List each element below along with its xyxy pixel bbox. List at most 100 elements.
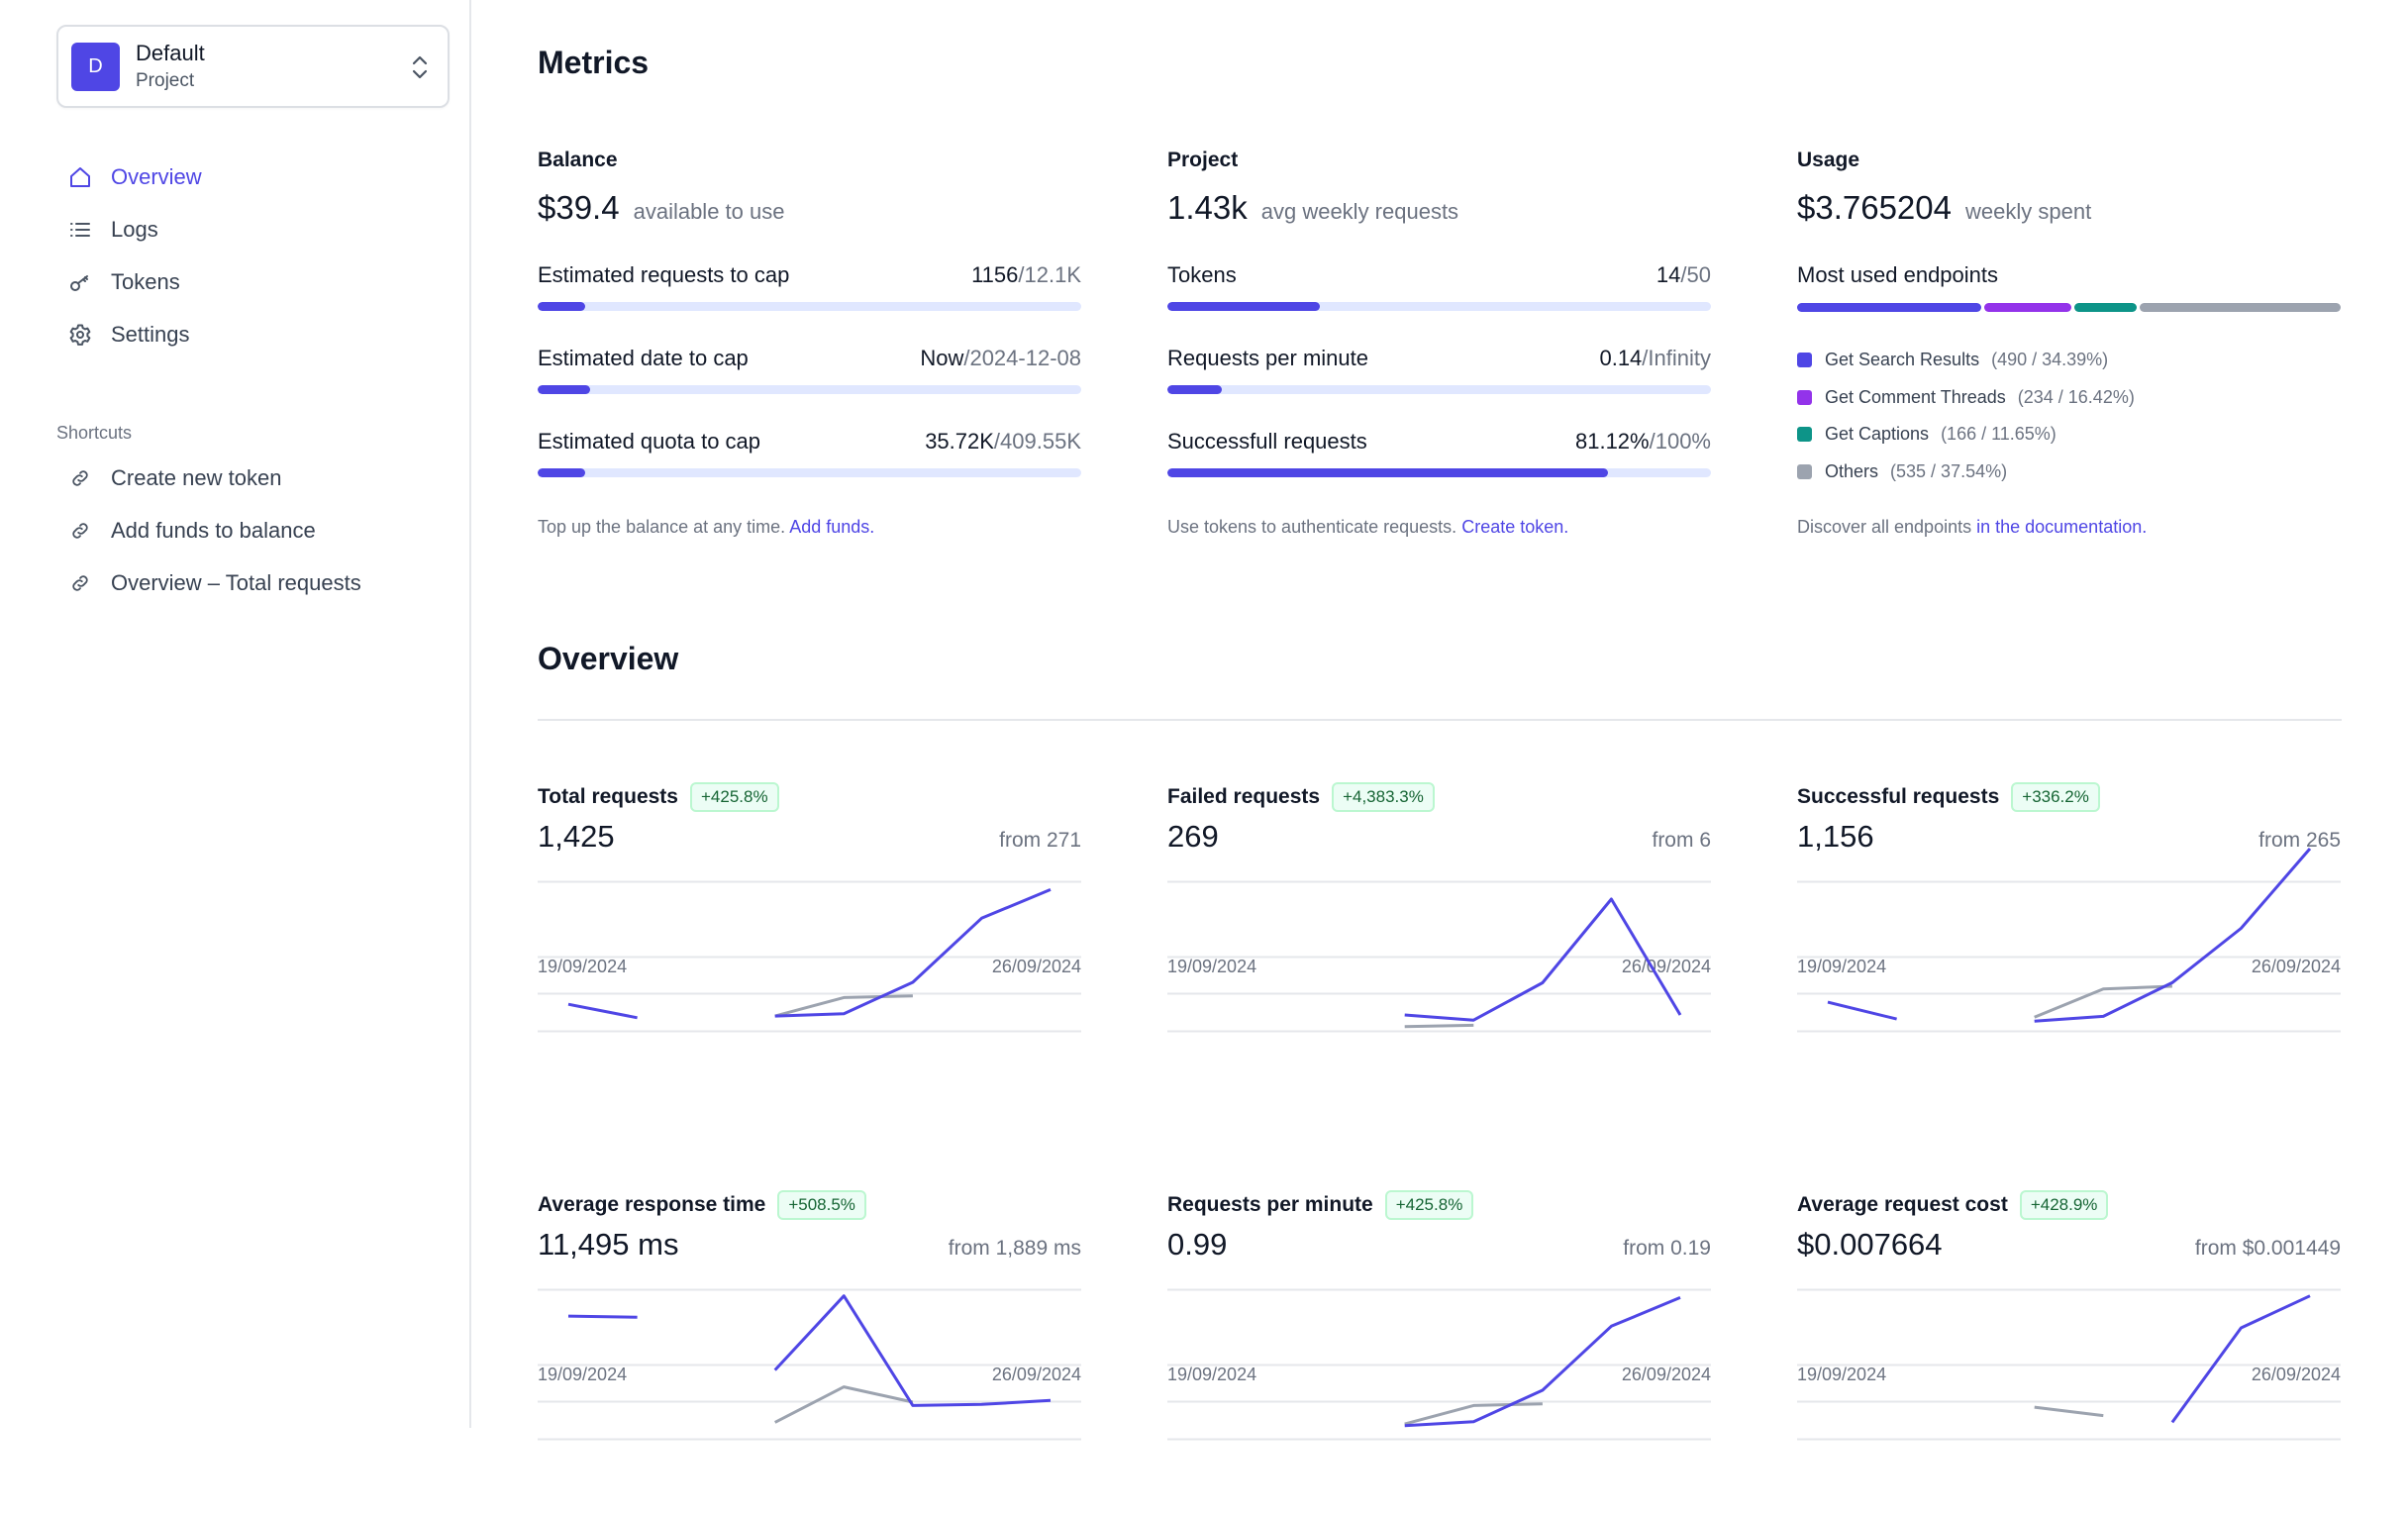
legend-item: Others (535 / 37.54%) (1797, 454, 2135, 491)
change-badge: +336.2% (2011, 782, 2100, 812)
chart-card-average-response-time[interactable]: Average response time +508.5% 11,495 ms fro… (538, 1190, 1081, 1517)
usage-card: Usage $3.765204 weekly spent Most used e… (1797, 149, 2341, 537)
metric-row-label: Successfull requests (1167, 429, 1367, 454)
overview-heading: Overview (538, 641, 679, 676)
legend-item: Get Comment Threads (234 / 16.42%) (1797, 379, 2135, 417)
documentation-link[interactable]: in the documentation. (1976, 517, 2147, 537)
chart-card-successful-requests[interactable]: Successful requests +336.2% 1,156 from 265 1… (1797, 782, 2341, 1109)
footnote-text: Use tokens to authenticate requests. (1167, 517, 1457, 537)
metric-row-value: 0.14/Infinity (1599, 346, 1711, 371)
chart-title-row: Total requests +425.8% (538, 782, 779, 812)
chart-card-failed-requests[interactable]: Failed requests +4,383.3% 269 from 6 19/09/2… (1167, 782, 1711, 1109)
endpoint-count: (490 / 34.39%) (1991, 350, 2109, 370)
project-value: 1.43k (1167, 189, 1248, 226)
shortcut-overview-total-requests[interactable]: Overview – Total requests (67, 556, 453, 609)
endpoint-name: Others (1825, 460, 1879, 481)
project-footnote: Use tokens to authenticate requests. Cre… (1167, 517, 1568, 538)
current-value: 14 (1656, 262, 1681, 287)
sidebar-item-logs[interactable]: Logs (67, 203, 453, 255)
sidebar-item-label: Tokens (111, 268, 180, 294)
progress-fill (538, 385, 591, 394)
chart-title-row: Successful requests +336.2% (1797, 782, 2100, 812)
footnote-text: Discover all endpoints (1797, 517, 1972, 537)
progress-fill (1167, 468, 1609, 477)
metrics-heading: Metrics (538, 45, 650, 80)
chart-value: 269 (1167, 819, 1219, 854)
list-icon (67, 217, 93, 243)
change-badge: +508.5% (777, 1190, 866, 1220)
metric-row-label: Requests per minute (1167, 346, 1368, 370)
endpoint-name: Get Comment Threads (1825, 386, 2006, 407)
chart-title-row: Average response time +508.5% (538, 1190, 866, 1220)
endpoints-share-bar (1797, 303, 2341, 312)
sidebar-item-overview[interactable]: Overview (67, 151, 453, 203)
project-card: Project 1.43k avg weekly requests Tokens… (1167, 149, 1711, 537)
balance-suffix: available to use (633, 199, 785, 224)
progress-fill (538, 468, 585, 477)
chart-title: Successful requests (1797, 785, 2000, 808)
chart-title: Requests per minute (1167, 1193, 1373, 1216)
progress-bar (1167, 468, 1711, 477)
add-funds-link[interactable]: Add funds. (789, 517, 874, 537)
series-line-current (1404, 897, 1682, 1022)
legend-swatch (1797, 427, 1812, 443)
key-icon (67, 269, 93, 295)
endpoint-count: (234 / 16.42%) (2017, 386, 2135, 407)
shortcut-label: Create new token (111, 464, 282, 490)
progress-fill (538, 302, 585, 311)
chart-title: Average request cost (1797, 1193, 2008, 1216)
endpoint-name: Get Captions (1825, 424, 1930, 445)
shortcut-add-funds[interactable]: Add funds to balance (67, 504, 453, 556)
shortcut-create-new-token[interactable]: Create new token (67, 452, 453, 504)
segment-get-captions (2074, 303, 2138, 312)
progress-bar (1167, 385, 1711, 394)
usage-label: Usage (1797, 149, 1860, 171)
project-selector[interactable]: D Default Project (56, 25, 450, 108)
chart-card-requests-per-minute[interactable]: Requests per minute +425.8% 0.99 from 0.19 1… (1167, 1190, 1711, 1517)
current-value: Now (920, 346, 964, 370)
metric-row-label: Estimated requests to cap (538, 262, 790, 287)
project-label: Project (1167, 149, 1239, 171)
usage-footnote: Discover all endpoints in the documentat… (1797, 517, 2147, 538)
metric-row-label: Tokens (1167, 262, 1237, 287)
chart-previous-value: from 271 (999, 829, 1081, 852)
progress-bar (1167, 302, 1711, 311)
legend-swatch (1797, 353, 1812, 368)
series-line-previous (1404, 1023, 1474, 1029)
chart-title: Failed requests (1167, 785, 1321, 808)
legend-swatch (1797, 463, 1812, 479)
endpoints-label: Most used endpoints (1797, 262, 1999, 287)
change-badge: +428.9% (2019, 1190, 2109, 1220)
chart-title: Average response time (538, 1193, 766, 1216)
create-token-link[interactable]: Create token. (1461, 517, 1568, 537)
progress-bar (538, 302, 1081, 311)
chart-card-total-requests[interactable]: Total requests +425.8% 1,425 from 271 19/09/… (538, 782, 1081, 1109)
series-line-current (773, 1294, 1052, 1407)
progress-fill (1167, 385, 1222, 394)
chart-previous-value: from 1,889 ms (948, 1237, 1081, 1260)
metric-row-value: 1156/12.1K (971, 262, 1081, 288)
chart-card-average-request-cost[interactable]: Average request cost +428.9% $0.007664 from… (1797, 1190, 2341, 1517)
footnote-text: Top up the balance at any time. (538, 517, 786, 537)
line-chart (538, 880, 1081, 1033)
link-icon (67, 518, 93, 544)
series-line-current (1404, 1296, 1681, 1428)
sidebar-nav: Overview Logs Tokens Settings (67, 151, 453, 360)
series-line-current (1827, 1000, 1897, 1021)
sidebar-item-label: Logs (111, 216, 158, 242)
balance-footnote: Top up the balance at any time. Add fund… (538, 517, 874, 538)
sidebar: D Default Project Overview Logs Tokens S… (0, 0, 471, 1428)
total-value: /12.1K (1018, 262, 1081, 287)
line-chart (1797, 1288, 2341, 1441)
sidebar-item-label: Settings (111, 321, 190, 347)
progress-bar (538, 385, 1081, 394)
endpoint-count: (166 / 11.65%) (1941, 424, 2057, 445)
total-value: /409.55K (993, 429, 1081, 454)
sidebar-item-settings[interactable]: Settings (67, 308, 453, 360)
sidebar-item-tokens[interactable]: Tokens (67, 255, 453, 308)
series-line-previous (2034, 984, 2172, 1019)
series-line-current (567, 1002, 638, 1020)
metric-row-value: 14/50 (1656, 262, 1711, 288)
metric-row-label: Estimated quota to cap (538, 429, 761, 454)
current-value: 35.72K (925, 429, 994, 454)
